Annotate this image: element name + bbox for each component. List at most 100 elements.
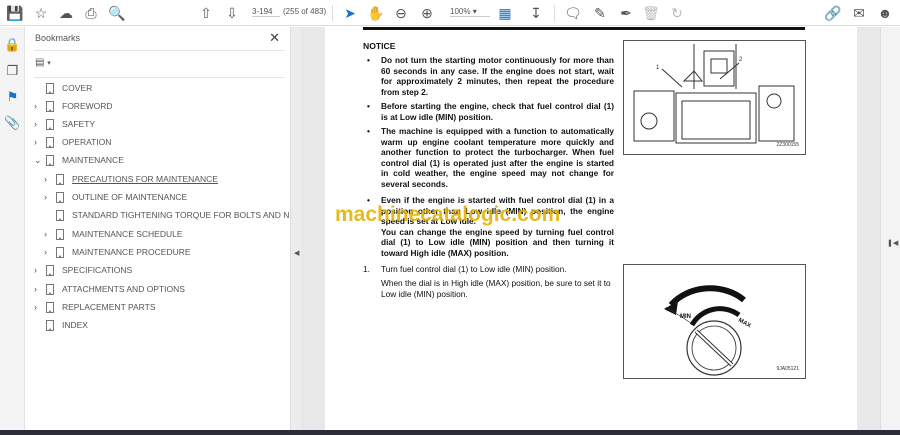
delete-icon[interactable]: 🗑 bbox=[642, 4, 660, 22]
bookmark-icon bbox=[46, 264, 54, 276]
bookmark-item[interactable]: ⌄ MAINTENANCE bbox=[34, 152, 124, 168]
bookmark-icon bbox=[56, 173, 64, 185]
redo-icon[interactable]: ↻ bbox=[668, 4, 686, 22]
bookmark-item[interactable]: › MAINTENANCE SCHEDULE bbox=[44, 226, 183, 242]
panel-splitter[interactable]: ◀ bbox=[290, 27, 301, 435]
bookmark-label: FOREWORD bbox=[62, 101, 113, 111]
zoom-out-icon[interactable]: ⊖ bbox=[392, 4, 410, 22]
chevron-right-icon[interactable]: › bbox=[34, 137, 44, 147]
bookmark-label: SAFETY bbox=[62, 119, 96, 129]
comment-icon[interactable]: 🗨 bbox=[564, 4, 582, 22]
attachment-icon[interactable]: 📎 bbox=[4, 115, 21, 132]
bookmark-icon bbox=[46, 283, 54, 295]
panel-title: Bookmarks bbox=[35, 33, 81, 43]
bookmark-icon bbox=[56, 246, 64, 258]
search-icon[interactable]: 🔍 bbox=[108, 4, 126, 22]
bookmark-item[interactable]: › REPLACEMENT PARTS bbox=[34, 299, 156, 315]
bookmark-item[interactable]: › ATTACHMENTS AND OPTIONS bbox=[34, 281, 185, 297]
chevron-right-icon[interactable]: › bbox=[44, 247, 54, 257]
page-count: (255 of 483) bbox=[283, 7, 327, 16]
divider bbox=[554, 5, 555, 21]
account-icon[interactable]: ☻ bbox=[876, 4, 894, 22]
notice-bullet: • The machine is equipped with a function… bbox=[367, 126, 614, 189]
sign-icon[interactable]: ✒ bbox=[617, 4, 635, 22]
bookmark-label: STANDARD TIGHTENING TORQUE FOR BOLTS AND… bbox=[72, 210, 307, 220]
bookmark-item[interactable]: › MAINTENANCE PROCEDURE bbox=[44, 244, 191, 260]
bookmark-icon bbox=[46, 319, 54, 331]
bookmark-item[interactable]: STANDARD TIGHTENING TORQUE FOR BOLTS AND… bbox=[44, 207, 306, 223]
bookmark-label: PRECAUTIONS FOR MAINTENANCE bbox=[72, 174, 218, 184]
pdf-page: NOTICE • Do not turn the starting motor c… bbox=[325, 27, 857, 430]
bookmark-icon bbox=[46, 118, 54, 130]
figure-engine-controls: 1 2 2Z300155 bbox=[623, 40, 806, 155]
bullet-text: The machine is equipped with a function … bbox=[381, 126, 614, 189]
email-icon[interactable]: ✉ bbox=[850, 4, 868, 22]
chevron-right-icon[interactable]: › bbox=[34, 265, 44, 275]
previous-page-icon[interactable]: ⇧ bbox=[197, 4, 215, 22]
bookmark-item[interactable]: › SAFETY bbox=[34, 116, 95, 132]
hand-tool-icon[interactable]: ✋ bbox=[367, 4, 385, 22]
divider bbox=[34, 77, 284, 78]
share-link-icon[interactable]: 🔗 bbox=[824, 4, 842, 22]
bookmark-label: OUTLINE OF MAINTENANCE bbox=[72, 192, 188, 202]
chevron-right-icon[interactable]: › bbox=[44, 174, 54, 184]
chevron-right-icon[interactable]: › bbox=[44, 229, 54, 239]
chevron-right-icon[interactable]: › bbox=[34, 284, 44, 294]
bookmark-item[interactable]: › FOREWORD bbox=[34, 98, 113, 114]
page-number-input[interactable]: 3-194 bbox=[252, 7, 280, 17]
chevron-down-icon[interactable]: ⌄ bbox=[34, 155, 44, 166]
options-menu-icon[interactable]: ▤ ▾ bbox=[35, 57, 51, 68]
chevron-right-icon[interactable]: › bbox=[44, 192, 54, 202]
step-note: When the dial is in High idle (MAX) posi… bbox=[381, 278, 611, 299]
bookmarks-icon[interactable]: ⚑ bbox=[4, 89, 21, 106]
notice-bullet: • Do not turn the starting motor continuo… bbox=[367, 55, 614, 97]
bookmark-icon bbox=[46, 154, 54, 166]
bookmark-item[interactable]: › PRECAUTIONS FOR MAINTENANCE bbox=[44, 171, 218, 187]
pages-icon[interactable]: ❐ bbox=[4, 63, 21, 80]
next-page-icon[interactable]: ⇩ bbox=[223, 4, 241, 22]
expand-pane-icon[interactable]: ❚◀ bbox=[887, 239, 898, 247]
zoom-value: 100% bbox=[450, 7, 471, 16]
bookmark-label: INDEX bbox=[62, 320, 88, 330]
bullet-text: Do not turn the starting motor continuou… bbox=[381, 55, 614, 97]
save-icon[interactable]: 💾 bbox=[6, 4, 24, 22]
figure-fuel-dial: MIN MAX 9JA05121 bbox=[623, 264, 806, 379]
bookmark-icon bbox=[46, 301, 54, 313]
chevron-right-icon[interactable]: › bbox=[34, 101, 44, 111]
right-scrollbar[interactable]: ❚◀ bbox=[880, 27, 900, 430]
bookmark-label: SPECIFICATIONS bbox=[62, 265, 133, 275]
chevron-right-icon[interactable]: › bbox=[34, 302, 44, 312]
zoom-in-icon[interactable]: ⊕ bbox=[418, 4, 436, 22]
watermark: machinecatalogic.com bbox=[335, 203, 561, 226]
bookmark-icon bbox=[46, 136, 54, 148]
zoom-select[interactable]: 100% ▾ bbox=[450, 7, 490, 17]
bookmark-label: MAINTENANCE SCHEDULE bbox=[72, 229, 183, 239]
close-icon[interactable]: ✕ bbox=[269, 30, 280, 46]
notice-title: NOTICE bbox=[363, 41, 396, 51]
highlight-pen-icon[interactable]: ✎ bbox=[591, 4, 609, 22]
step-number: 1. bbox=[363, 264, 370, 274]
bullet-text: You can change the engine speed by turni… bbox=[381, 226, 614, 258]
figure-caption: 2Z300155 bbox=[776, 142, 799, 148]
fuel-dial-illustration: MIN MAX bbox=[664, 285, 752, 376]
bookmark-item[interactable]: INDEX bbox=[34, 317, 88, 333]
print-icon[interactable]: ⎙ bbox=[82, 4, 100, 22]
bookmark-star-icon[interactable]: ☆ bbox=[32, 4, 50, 22]
max-label: MAX bbox=[737, 318, 752, 330]
scroll-mode-icon[interactable]: ↧ bbox=[527, 4, 545, 22]
page-display-icon[interactable]: ▦ bbox=[496, 4, 514, 22]
bookmark-item[interactable]: › OUTLINE OF MAINTENANCE bbox=[44, 189, 187, 205]
figure-caption: 9JA05121 bbox=[776, 366, 799, 372]
bookmark-item[interactable]: COVER bbox=[34, 80, 92, 96]
bookmark-item[interactable]: › SPECIFICATIONS bbox=[34, 262, 132, 278]
bookmark-label: REPLACEMENT PARTS bbox=[62, 302, 156, 312]
divider bbox=[34, 50, 284, 51]
lock-icon[interactable]: 🔒 bbox=[4, 37, 21, 54]
collapse-panel-icon[interactable]: ◀ bbox=[294, 249, 299, 257]
document-area: NOTICE • Do not turn the starting motor c… bbox=[301, 27, 880, 430]
cloud-upload-icon[interactable]: ☁ bbox=[57, 4, 75, 22]
bookmark-item[interactable]: › OPERATION bbox=[34, 134, 111, 150]
select-cursor-icon[interactable]: ➤ bbox=[341, 4, 359, 22]
step-text: Turn fuel control dial (1) to Low idle (… bbox=[381, 264, 567, 274]
chevron-right-icon[interactable]: › bbox=[34, 119, 44, 129]
